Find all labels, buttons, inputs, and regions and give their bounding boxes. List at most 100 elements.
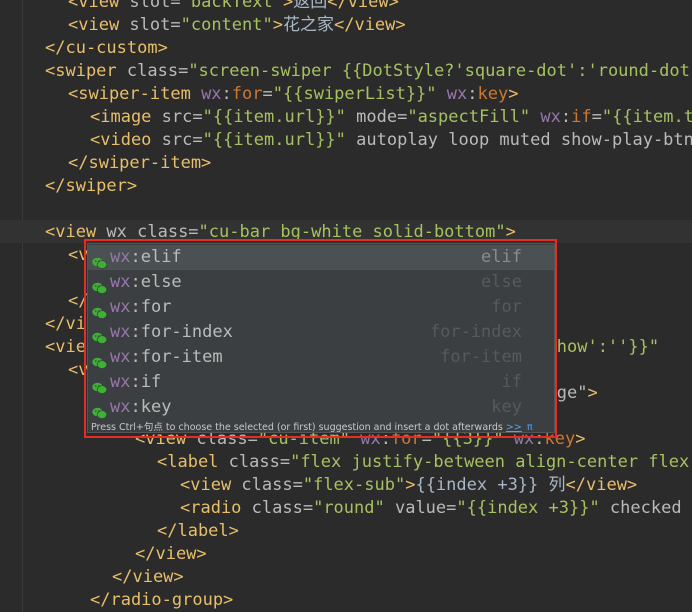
code-token: "{{item.url}}" xyxy=(202,107,357,127)
code-token: class= xyxy=(228,452,291,472)
code-line[interactable]: </label> xyxy=(157,520,239,543)
code-token: </cu-custom> xyxy=(45,38,168,58)
code-token: <video xyxy=(90,130,162,150)
code-token: autoplay loop muted show-play-btn xyxy=(356,130,692,150)
code-token: "{{swiperList}}" xyxy=(272,84,447,104)
completion-popup: wx:elif elif wx:else else wx:for for wx:for-in… xyxy=(87,243,555,433)
completion-item-label: wx:for xyxy=(110,295,171,320)
code-line[interactable]: <view slot="content">花之家</view> xyxy=(68,14,406,37)
code-line[interactable]: <radio class="round" value="{{index +3}}… xyxy=(180,497,682,520)
completion-item-type: for-item xyxy=(440,347,522,367)
code-token: : xyxy=(221,84,232,104)
code-token: > xyxy=(405,475,416,495)
code-token: = xyxy=(262,84,273,104)
code-token: wx xyxy=(201,84,222,104)
wechat-icon xyxy=(92,327,108,344)
completion-item-type: if xyxy=(501,372,522,392)
completion-item-prefix: wx xyxy=(110,397,131,417)
completion-item[interactable]: wx:for for xyxy=(88,295,554,320)
code-token: </swiper-item> xyxy=(68,153,212,173)
code-line[interactable]: <image src="{{item.url}}" mode="aspectFi… xyxy=(90,106,692,129)
code-line[interactable]: <video src="{{item.url}}" autoplay loop … xyxy=(90,129,692,152)
pi-icon[interactable]: π xyxy=(527,422,533,433)
code-token: checked xyxy=(609,498,682,518)
code-line[interactable]: </cu-custom> xyxy=(45,37,168,60)
code-token: "{{item.url}}" xyxy=(202,130,357,150)
completion-item-name: :for xyxy=(130,297,172,317)
code-token: </label> xyxy=(157,521,239,541)
completion-item-label: wx:for-index xyxy=(110,320,233,345)
completion-item-name: :elif xyxy=(130,247,182,267)
completion-hint-link[interactable]: >> xyxy=(506,422,522,433)
code-line[interactable]: <v xyxy=(68,359,88,382)
code-token: if xyxy=(571,107,592,127)
code-token: src= xyxy=(161,130,203,150)
code-token: </view> xyxy=(135,544,207,564)
completion-item[interactable]: wx:else else xyxy=(88,270,554,295)
completion-item-prefix: wx xyxy=(110,372,131,392)
completion-item[interactable]: wx:for-item for-item xyxy=(88,345,554,370)
completion-item-prefix: wx xyxy=(110,347,131,367)
code-token: </ xyxy=(68,291,89,311)
completion-item[interactable]: wx:elif elif xyxy=(88,245,554,270)
code-line[interactable]: </vi xyxy=(45,313,86,336)
code-token: <view xyxy=(68,15,130,35)
code-line[interactable]: </ xyxy=(68,290,88,313)
code-token: </view> xyxy=(565,475,638,495)
completion-hint: Press Ctrl+句点 to choose the selected (or… xyxy=(91,419,533,433)
code-token: <view xyxy=(45,222,107,242)
code-token: </view> xyxy=(112,567,184,587)
code-line[interactable]: </swiper> xyxy=(45,175,137,198)
completion-item-name: :for-item xyxy=(130,347,223,367)
completion-item-type: for xyxy=(491,297,522,317)
completion-item-type: for-index xyxy=(429,322,522,342)
code-token: "{{index +3}}" xyxy=(456,498,610,518)
code-token: <label xyxy=(157,452,229,472)
code-token: wx class= xyxy=(106,222,199,242)
completion-item-label: wx:else xyxy=(110,270,182,295)
code-token: > xyxy=(587,383,598,403)
completion-hint-text: Press Ctrl+句点 to choose the selected (or… xyxy=(91,422,503,433)
completion-item[interactable]: wx:for-index for-index xyxy=(88,320,554,345)
code-token: "round" xyxy=(313,498,395,518)
code-token: > xyxy=(272,15,283,35)
code-token: "aspectFill" xyxy=(407,107,541,127)
completion-item-prefix: wx xyxy=(110,322,131,342)
wechat-icon xyxy=(92,377,108,394)
completion-item-type: elif xyxy=(481,247,522,267)
completion-item-prefix: wx xyxy=(110,247,131,267)
code-token: key xyxy=(477,84,509,104)
code-token: "screen-swiper {{DotStyle?'square-dot':'… xyxy=(188,61,692,81)
code-token: for xyxy=(231,84,263,104)
code-line[interactable]: </swiper-item> xyxy=(68,152,211,175)
code-line[interactable]: <view class="flex-sub">{{index +3}} 列</v… xyxy=(180,474,637,497)
completion-item-type: key xyxy=(491,397,522,417)
code-token: > xyxy=(508,84,519,104)
wechat-icon xyxy=(92,252,108,269)
completion-item-name: :else xyxy=(130,272,182,292)
code-line[interactable]: <view slot="backText">返回</view> xyxy=(68,0,399,14)
code-line[interactable]: <swiper-item wx:for="{{swiperList}}" wx:… xyxy=(68,83,518,106)
code-line[interactable]: <swiper class="screen-swiper {{DotStyle?… xyxy=(45,60,692,83)
completion-item-label: wx:if xyxy=(110,370,161,395)
code-token: </view> xyxy=(333,15,406,35)
code-line[interactable]: </radio-group> xyxy=(90,589,233,612)
wechat-icon xyxy=(92,277,108,294)
code-token: "backText" xyxy=(180,0,283,12)
code-token: <vie xyxy=(45,337,86,357)
code-token: src= xyxy=(161,107,203,127)
completion-item-label: wx:elif xyxy=(110,245,182,270)
indent-guide xyxy=(22,0,23,612)
code-token: "{{item.type=='image'}}" xyxy=(601,107,692,127)
code-token: : xyxy=(560,107,572,127)
code-token: class= xyxy=(241,475,303,495)
completion-item[interactable]: wx:if if xyxy=(88,370,554,395)
code-token: = xyxy=(591,107,602,127)
code-line[interactable]: <view wx class="cu-bar bg-white solid-bo… xyxy=(45,221,516,244)
completion-item[interactable]: wx:key key xyxy=(88,395,554,420)
code-token: "cu-bar bg-white solid-bottom" xyxy=(198,222,506,242)
code-line[interactable]: </view> xyxy=(112,566,184,589)
code-line[interactable]: <label class="flex justify-between align… xyxy=(157,451,692,474)
code-line[interactable]: </view> xyxy=(135,543,207,566)
code-token: slot= xyxy=(129,0,181,12)
